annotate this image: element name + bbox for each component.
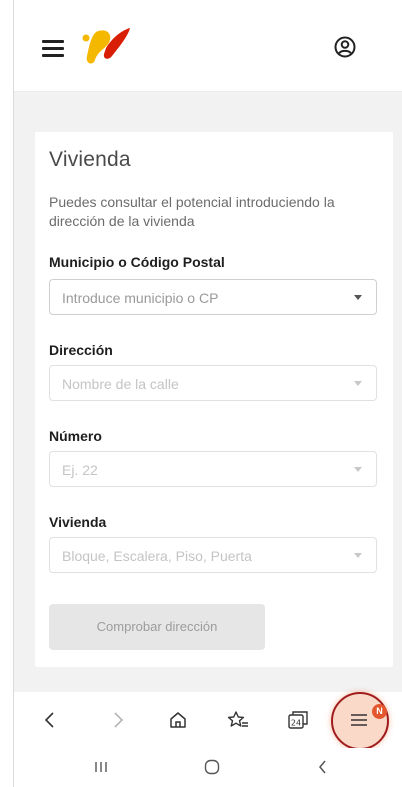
numero-select[interactable]: Ej. 22: [49, 451, 377, 487]
chevron-down-icon: [354, 553, 362, 558]
menu-notification-badge: N: [372, 704, 387, 719]
form-description: Puedes consultar el potencial introducie…: [49, 194, 335, 229]
screen-edge: [0, 0, 14, 787]
phone-screen: Vivienda Puedes consultar el potencial i…: [0, 0, 402, 787]
home-circle-icon[interactable]: [199, 756, 225, 778]
numero-placeholder: Ej. 22: [62, 462, 98, 478]
back-icon[interactable]: [36, 706, 64, 734]
forward-icon[interactable]: [104, 706, 132, 734]
hamburger-menu-icon[interactable]: [42, 40, 64, 57]
direccion-label: Dirección: [49, 342, 113, 358]
vivienda-select[interactable]: Bloque, Escalera, Piso, Puerta: [49, 537, 377, 573]
system-nav-bar: [14, 748, 402, 787]
vivienda-label: Vivienda: [49, 514, 107, 530]
comprobar-direccion-button[interactable]: Comprobar dirección: [49, 604, 265, 650]
app-header: [14, 0, 402, 92]
address-form-card: Vivienda Puedes consultar el potencial i…: [35, 132, 393, 667]
brand-logo[interactable]: [76, 26, 132, 66]
main-content: Vivienda Puedes consultar el potencial i…: [14, 92, 402, 692]
bookmarks-icon[interactable]: [224, 706, 252, 734]
chevron-down-icon: [354, 295, 362, 300]
chevron-down-icon: [354, 381, 362, 386]
user-account-icon[interactable]: [334, 36, 356, 58]
direccion-placeholder: Nombre de la calle: [62, 376, 179, 392]
home-icon[interactable]: [164, 706, 192, 734]
municipio-placeholder: Introduce municipio o CP: [62, 290, 219, 306]
menu-icon[interactable]: [345, 706, 373, 734]
tabs-count: 24: [291, 719, 301, 728]
numero-label: Número: [49, 428, 102, 444]
direccion-select[interactable]: Nombre de la calle: [49, 365, 377, 401]
recent-apps-icon[interactable]: [88, 756, 114, 778]
municipio-select[interactable]: Introduce municipio o CP: [49, 279, 377, 315]
municipio-label: Municipio o Código Postal: [49, 254, 225, 270]
form-title: Vivienda: [49, 148, 131, 171]
back-chevron-icon[interactable]: [310, 756, 336, 778]
chevron-down-icon: [354, 467, 362, 472]
vivienda-placeholder: Bloque, Escalera, Piso, Puerta: [62, 548, 252, 564]
tabs-icon[interactable]: 24: [284, 706, 312, 734]
